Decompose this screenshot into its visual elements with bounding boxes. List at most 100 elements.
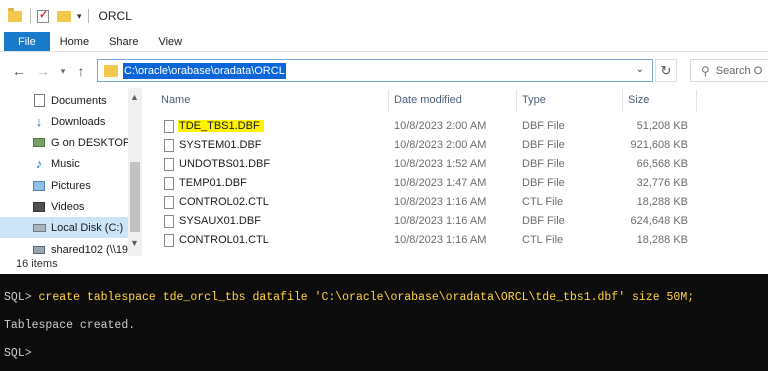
nav-item-local-disk[interactable]: Local Disk (C:)	[0, 217, 128, 238]
file-row[interactable]: TDE_TBS1.DBF 10/8/2023 2:00 AM DBF File …	[148, 117, 768, 136]
search-input[interactable]: ⚲ Search O	[690, 59, 768, 82]
file-icon	[164, 215, 174, 228]
file-row[interactable]: CONTROL01.CTL 10/8/2023 1:16 AM CTL File…	[148, 231, 768, 250]
pictures-icon	[32, 179, 46, 193]
title-bar: ▾ ORCL	[0, 0, 768, 32]
nav-item-documents[interactable]: Documents	[0, 90, 128, 111]
recent-locations-chevron-icon[interactable]: ▾	[58, 66, 68, 77]
forward-arrow-icon[interactable]: →	[34, 63, 52, 79]
column-size[interactable]: Size	[628, 94, 649, 106]
status-bar: 16 items	[0, 256, 768, 274]
nav-item-network-share[interactable]: shared102 (\\19	[0, 239, 128, 256]
item-count: 16 items	[16, 258, 58, 270]
file-row[interactable]: TEMP01.DBF 10/8/2023 1:47 AM DBF File 32…	[148, 174, 768, 193]
new-folder-icon[interactable]	[57, 10, 71, 22]
divider	[87, 9, 89, 23]
quick-access-toolbar: ▾	[0, 0, 95, 32]
tab-home[interactable]: Home	[50, 32, 99, 51]
downloads-icon: ↓	[35, 114, 43, 129]
file-date: 10/8/2023 1:52 AM	[394, 158, 487, 170]
file-row[interactable]: SYSAUX01.DBF 10/8/2023 1:16 AM DBF File …	[148, 212, 768, 231]
nav-pane-scrollbar[interactable]: ▲ ▼	[128, 88, 142, 256]
file-icon	[164, 177, 174, 190]
videos-icon	[32, 200, 46, 214]
tab-file[interactable]: File	[4, 32, 50, 51]
search-icon: ⚲	[701, 63, 710, 78]
nav-item-videos[interactable]: Videos	[0, 196, 128, 217]
nav-item-label: shared102 (\\19	[51, 243, 128, 256]
scrollbar-thumb[interactable]	[130, 162, 140, 232]
tab-view[interactable]: View	[148, 32, 192, 51]
folder-icon	[8, 7, 22, 22]
file-icon	[164, 120, 174, 133]
nav-item-label: Downloads	[51, 115, 106, 128]
tab-share[interactable]: Share	[99, 32, 148, 51]
column-type[interactable]: Type	[522, 94, 546, 106]
refresh-button[interactable]: ↻	[655, 59, 677, 82]
console-command: create tablespace tde_orcl_tbs datafile …	[31, 291, 695, 304]
column-date-modified[interactable]: Date modified	[394, 94, 462, 106]
folder-icon	[104, 64, 118, 77]
file-type: DBF File	[522, 139, 565, 151]
file-size: 18,288 KB	[636, 196, 688, 208]
file-name: UNDOTBS01.DBF	[179, 158, 271, 170]
file-icon	[164, 139, 174, 152]
properties-icon[interactable]	[37, 8, 49, 23]
back-arrow-icon[interactable]: ←	[10, 63, 28, 79]
console-prompt[interactable]: SQL>	[4, 347, 32, 360]
music-icon: ♪	[35, 156, 43, 171]
file-type: DBF File	[522, 120, 565, 132]
ribbon-tabs: File Home Share View	[0, 32, 768, 52]
file-type: CTL File	[522, 234, 564, 246]
nav-item-music[interactable]: ♪ Music	[0, 153, 128, 174]
file-name: SYSTEM01.DBF	[179, 139, 262, 151]
window-title: ORCL	[98, 9, 132, 23]
file-row[interactable]: SYSTEM01.DBF 10/8/2023 2:00 AM DBF File …	[148, 136, 768, 155]
chevron-down-icon[interactable]: ⌄	[636, 64, 644, 75]
address-path[interactable]: C:\oracle\orabase\oradata\ORCL	[123, 62, 286, 79]
network-share-icon	[32, 243, 46, 257]
customize-dropdown-icon[interactable]: ▾	[77, 11, 82, 22]
divider	[30, 9, 31, 23]
address-bar[interactable]: C:\oracle\orabase\oradata\ORCL ⌄	[97, 59, 653, 82]
file-row[interactable]: UNDOTBS01.DBF 10/8/2023 1:52 AM DBF File…	[148, 155, 768, 174]
column-divider[interactable]	[696, 90, 697, 112]
file-type: DBF File	[522, 215, 565, 227]
console-output: Tablespace created.	[4, 319, 136, 332]
documents-icon	[32, 94, 46, 108]
nav-item-network-drive[interactable]: G on DESKTOP-E	[0, 132, 128, 153]
file-name: SYSAUX01.DBF	[179, 215, 261, 227]
file-name: TDE_TBS1.DBF	[178, 120, 264, 132]
file-type: DBF File	[522, 177, 565, 189]
file-date: 10/8/2023 2:00 AM	[394, 120, 487, 132]
file-date: 10/8/2023 1:47 AM	[394, 177, 487, 189]
local-disk-icon	[32, 221, 46, 235]
file-size: 18,288 KB	[636, 234, 688, 246]
console-command-line: SQL> create tablespace tde_orcl_tbs data…	[4, 291, 694, 304]
column-divider[interactable]	[516, 90, 517, 112]
nav-item-pictures[interactable]: Pictures	[0, 175, 128, 196]
file-icon	[164, 158, 174, 171]
file-type: DBF File	[522, 158, 565, 170]
file-size: 624,648 KB	[630, 215, 689, 227]
sql-console[interactable]: SQL> create tablespace tde_orcl_tbs data…	[0, 274, 768, 371]
scroll-down-icon[interactable]: ▼	[130, 238, 139, 248]
file-name: TEMP01.DBF	[179, 177, 247, 189]
file-date: 10/8/2023 1:16 AM	[394, 234, 487, 246]
column-divider[interactable]	[622, 90, 623, 112]
network-drive-icon	[32, 136, 46, 150]
scroll-up-icon[interactable]: ▲	[130, 92, 139, 102]
file-date: 10/8/2023 1:16 AM	[394, 215, 487, 227]
up-arrow-icon[interactable]: ↑	[72, 63, 90, 79]
nav-item-label: Local Disk (C:)	[51, 221, 124, 234]
file-icon	[164, 234, 174, 247]
file-size: 66,568 KB	[636, 158, 688, 170]
file-name: CONTROL01.CTL	[179, 234, 269, 246]
column-divider[interactable]	[388, 90, 389, 112]
file-list: Name Date modified Type Size TDE_TBS1.DB…	[148, 88, 768, 256]
column-name[interactable]: Name	[161, 94, 190, 106]
file-size: 921,608 KB	[630, 139, 689, 151]
file-type: CTL File	[522, 196, 564, 208]
file-row[interactable]: CONTROL02.CTL 10/8/2023 1:16 AM CTL File…	[148, 193, 768, 212]
nav-item-downloads[interactable]: ↓ Downloads	[0, 111, 128, 132]
